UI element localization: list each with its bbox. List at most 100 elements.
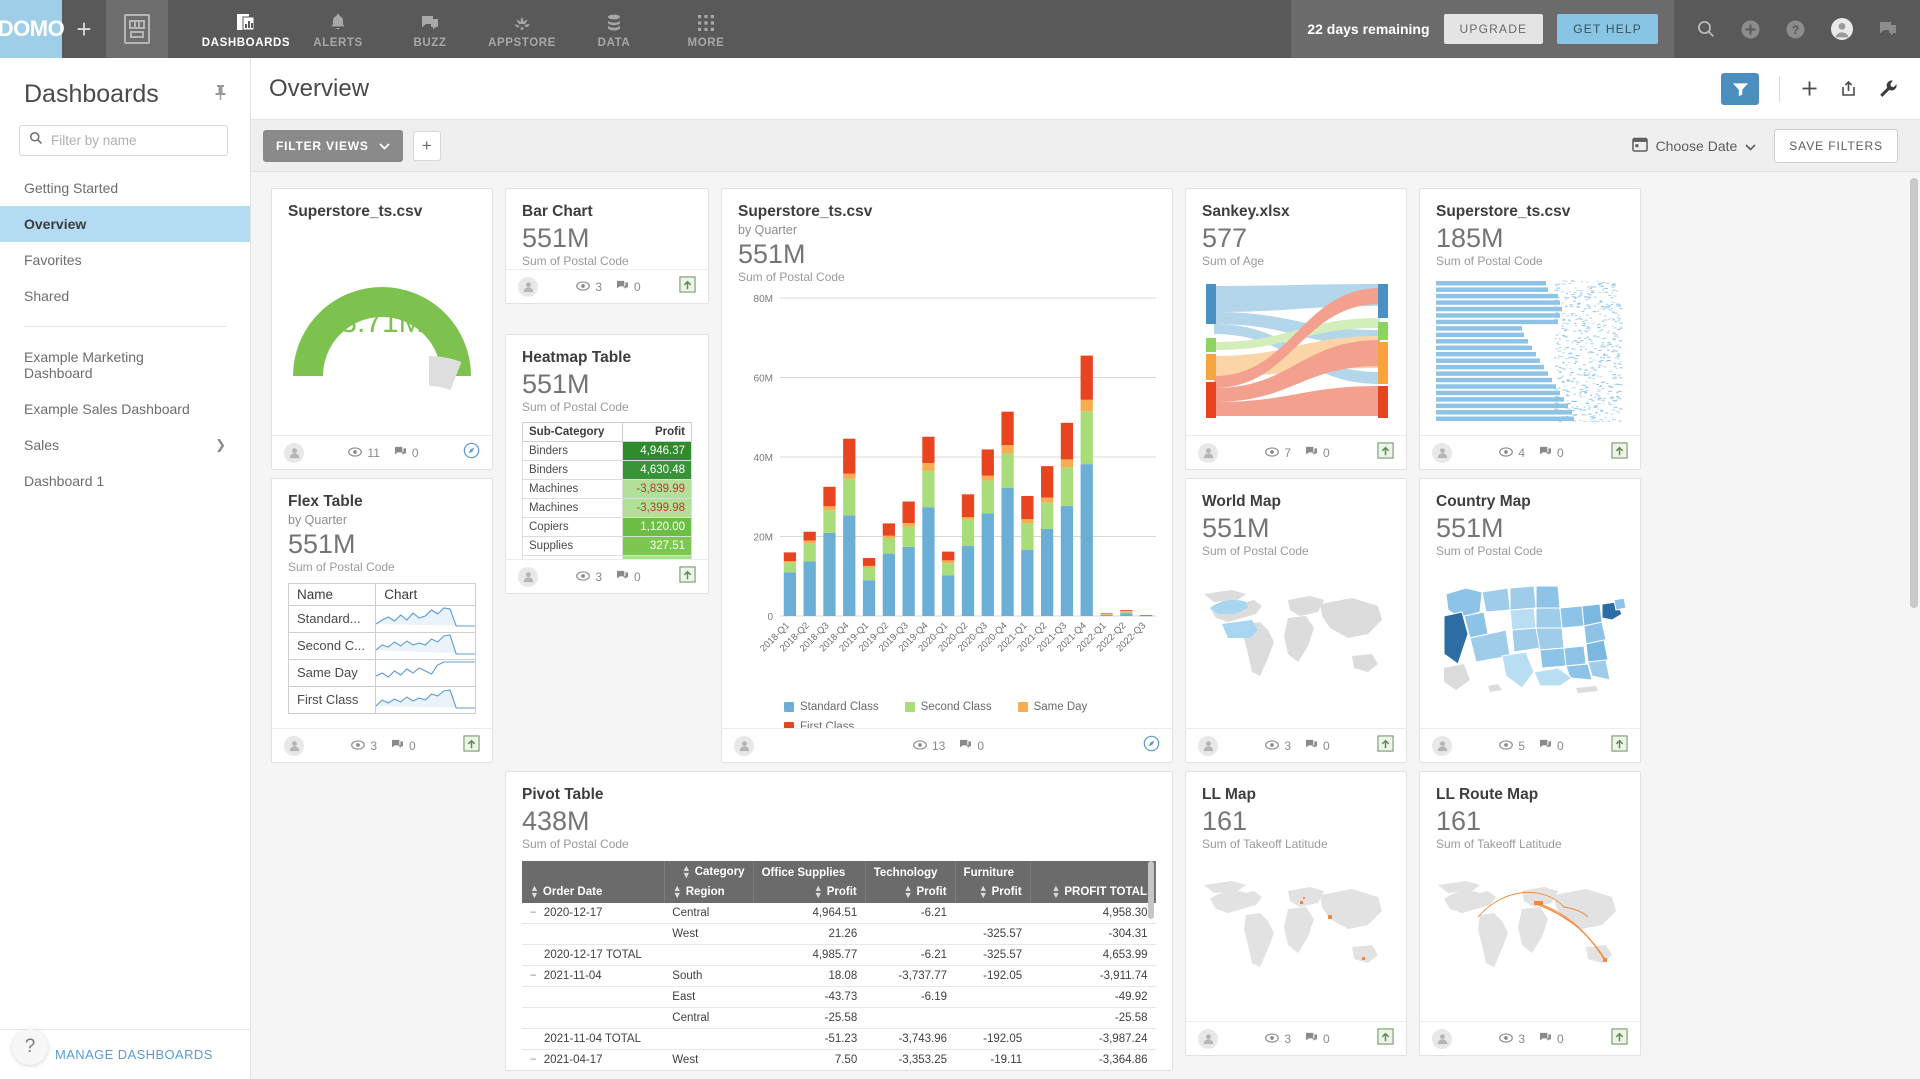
export-card-icon[interactable] [1377,735,1394,757]
nav-item-more[interactable]: MORE [660,0,752,58]
avatar-icon[interactable] [1830,17,1854,41]
sidebar-item-dashboard-1[interactable]: Dashboard 1 [0,463,250,499]
canvas-scrollbar[interactable] [1910,178,1918,608]
share-button[interactable] [1839,79,1858,98]
table-row[interactable]: 2021-11-04 TOTAL -51.23 -3,743.96 -192.05 -3… [522,1028,1156,1049]
sidebar-item-example-marketing-dashboard[interactable]: Example Marketing Dashboard [0,339,250,391]
views-count: 11 [367,446,379,460]
export-card-icon[interactable] [1377,442,1394,464]
help-bubble-button[interactable]: ? [12,1029,48,1065]
horizontal-bar-chart[interactable] [1436,280,1624,427]
card-ll-map[interactable]: LL Map 161 Sum of Takeoff Latitude 3 0 [1185,771,1407,1056]
app-switcher-icon[interactable] [106,0,168,58]
sankey-diagram[interactable] [1202,280,1390,427]
table-row[interactable]: West 21.26 -325.57 -304.31 [522,923,1156,944]
nav-item-buzz[interactable]: BUZZ [384,0,476,58]
card-pivot-table[interactable]: Pivot Table 438M Sum of Postal Code ▲ ▼ Ca… [505,771,1173,1071]
save-filters-button[interactable]: SAVE FILTERS [1774,129,1898,163]
create-new-button[interactable]: + [62,0,106,58]
search-input[interactable] [51,133,218,148]
sidebar-filter-box[interactable] [19,125,228,156]
pivot-col-office-profit[interactable]: ▲ ▼ Profit [753,881,865,903]
export-card-icon[interactable] [463,735,480,757]
nav-item-appstore[interactable]: APPSTORE [476,0,568,58]
table-row[interactable]: −2021-11-04 South 18.08 -3,737.77 -192.05 -3,… [522,965,1156,986]
get-help-button[interactable]: GET HELP [1557,14,1658,44]
row-expander-icon[interactable]: − [530,970,537,982]
export-card-icon[interactable] [679,276,696,298]
card-sankey[interactable]: Sankey.xlsx 577 Sum of Age 7 0 [1185,188,1407,470]
card-heatmap-table[interactable]: Heatmap Table 551M Sum of Postal Code Su… [505,334,709,594]
heatmap-table[interactable]: Sub-Category Profit Binders 4,946.37 Bind… [522,422,692,559]
sidebar-item-favorites[interactable]: Favorites [0,242,250,278]
pivot-scrollbar[interactable] [1148,861,1154,919]
legend-first-class[interactable]: First Class [784,721,1156,728]
card-horizontal-bars[interactable]: Superstore_ts.csv 185M Sum of Postal Cod… [1419,188,1641,470]
world-map-visual[interactable] [1202,580,1390,705]
buzz-icon[interactable] [1878,20,1898,38]
export-card-icon[interactable] [1611,1028,1628,1050]
pivot-col-profit-total[interactable]: ▲ ▼ PROFIT TOTAL [1030,881,1155,903]
legend-standard-class[interactable]: Standard Class [784,701,879,713]
ll-map-visual[interactable] [1202,873,1390,998]
pivot-col-order-date[interactable]: ▲ ▼ Order Date [522,881,664,903]
pivot-grp-category[interactable]: ▲ ▼ Category [664,861,753,881]
card-main-bar-chart[interactable]: Superstore_ts.csv by Quarter 551M Sum of… [721,188,1173,763]
table-row[interactable]: −2020-12-17 Central 4,964.51 -6.21 4,958.30 [522,903,1156,924]
country-map-visual[interactable] [1436,576,1624,703]
export-card-icon[interactable] [679,566,696,588]
explore-compass-icon[interactable] [1143,735,1160,757]
pivot-col-furn-profit[interactable]: ▲ ▼ Profit [955,881,1030,903]
sidebar-item-getting-started[interactable]: Getting Started [0,170,250,206]
table-row[interactable]: 2020-12-17 TOTAL 4,985.77 -6.21 -325.57 4,65… [522,944,1156,965]
nav-item-dashboards[interactable]: DASHBOARDS [200,0,292,58]
table-row[interactable]: East -43.73 -6.19 -49.92 [522,986,1156,1007]
card-ll-route-map[interactable]: LL Route Map 161 Sum of Takeoff Latitude [1419,771,1641,1056]
add-filter-view-button[interactable]: + [413,131,441,161]
upgrade-button[interactable]: UPGRADE [1444,14,1544,44]
legend-same-day[interactable]: Same Day [1018,701,1088,713]
legend-second-class[interactable]: Second Class [905,701,992,713]
add-card-button[interactable] [1800,79,1819,98]
table-row[interactable]: Central -25.58 -25.58 [522,1007,1156,1028]
filter-views-dropdown[interactable]: FILTER VIEWS [263,130,403,162]
search-icon[interactable] [1696,19,1716,39]
explore-compass-icon[interactable] [463,442,480,464]
card-bar-chart-summary[interactable]: Bar Chart 551M Sum of Postal Code 3 0 [505,188,709,304]
settings-wrench-button[interactable] [1878,79,1898,98]
pivot-grp-office-supplies: Office Supplies [753,861,865,881]
flex-table[interactable]: Name Chart Standard... Second C... Same … [288,583,476,714]
sidebar-item-overview[interactable]: Overview [0,206,250,242]
pin-icon[interactable] [213,84,228,106]
domo-logo[interactable]: DOMO [0,0,62,58]
manage-dashboards-link[interactable]: MANAGE DASHBOARDS [55,1047,213,1062]
stacked-bar-chart[interactable]: 0 20M 40M 60M 80M 2018-Q1 2018-Q2 2018-Q3 2018-Q… [738,290,1156,695]
row-expander-icon[interactable]: − [530,907,537,919]
pivot-table[interactable]: ▲ ▼ Category Office Supplies Technology Fu… [522,861,1156,1070]
ll-route-map-visual[interactable] [1436,873,1624,998]
row-expander-icon[interactable]: − [530,1054,537,1066]
card-flex-table[interactable]: Flex Table by Quarter 551M Sum of Postal… [271,478,493,763]
export-card-icon[interactable] [1377,1028,1394,1050]
sidebar-item-example-sales-dashboard[interactable]: Example Sales Dashboard [0,391,250,427]
export-card-icon[interactable] [1611,442,1628,464]
sidebar-item-sales[interactable]: Sales ❯ [0,427,250,463]
card-gauge-superstore[interactable]: Superstore_ts.csv 3.71M 11 0 [271,188,493,470]
card-country-map[interactable]: Country Map 551M Sum of Postal Code 5 0 [1419,478,1641,763]
table-row[interactable]: −2021-04-17 West 7.50 -3,353.25 -19.11 -3,364… [522,1049,1156,1070]
help-circle-icon[interactable]: ? [1785,19,1806,40]
card-world-map[interactable]: World Map 551M Sum of Postal Code 3 0 [1185,478,1407,763]
pivot-cell-office-profit: -25.58 [753,1007,865,1028]
nav-item-data[interactable]: DATA [568,0,660,58]
card-stats: 13 0 [913,739,984,753]
filter-toggle-button[interactable] [1721,73,1759,105]
choose-date-dropdown[interactable]: Choose Date [1632,136,1757,155]
heatmap-cell-profit: -3,399.98 [622,498,691,517]
pivot-table-wrapper[interactable]: ▲ ▼ Category Office Supplies Technology Fu… [522,861,1156,1070]
pivot-col-region[interactable]: ▲ ▼ Region [664,881,753,903]
export-card-icon[interactable] [1611,735,1628,757]
nav-item-alerts[interactable]: ALERTS [292,0,384,58]
plus-circle-icon[interactable] [1740,19,1761,40]
pivot-col-tech-profit[interactable]: ▲ ▼ Profit [865,881,955,903]
sidebar-item-shared[interactable]: Shared [0,278,250,314]
